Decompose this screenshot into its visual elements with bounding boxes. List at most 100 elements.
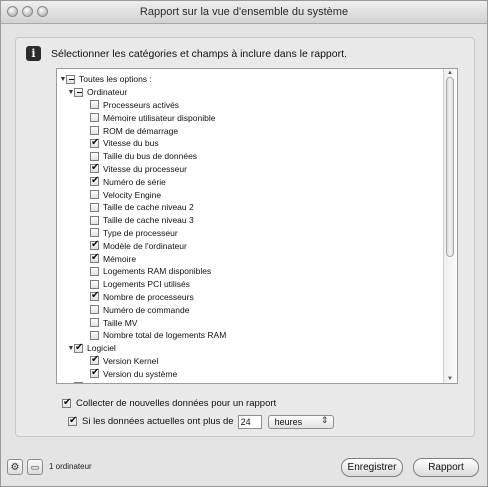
tree-checkbox[interactable] <box>90 330 99 340</box>
tree-rows: ▼ Toutes les options : ▼ Ordinateur Processe… <box>57 73 443 383</box>
tree-row[interactable]: Type de processeur <box>57 227 443 240</box>
options-panel: i Sélectionner les catégories et champs … <box>15 37 475 437</box>
tree-checkbox[interactable] <box>90 318 99 328</box>
tree-checkbox[interactable] <box>90 151 99 161</box>
tree-checkbox[interactable] <box>90 239 99 251</box>
collection-options: Collecter de nouvelles données pour un r… <box>56 396 456 429</box>
tree-checkbox[interactable] <box>90 215 99 225</box>
collect-row: Collecter de nouvelles données pour un r… <box>56 396 456 411</box>
instruction-text: Sélectionner les catégories et champs à … <box>51 47 347 60</box>
tree-row[interactable]: ▼Logiciel <box>57 342 443 355</box>
collect-label: Collecter de nouvelles données pour un r… <box>76 398 277 409</box>
gear-icon[interactable]: ⚙ <box>7 459 23 475</box>
tree-row[interactable]: Version Kernel <box>57 354 443 368</box>
report-button[interactable]: Rapport <box>413 458 479 477</box>
tree-checkbox[interactable] <box>90 290 99 302</box>
tree-row[interactable]: Mémoire utilisateur disponible <box>57 111 443 124</box>
tree-row-label: Numéro de commande <box>103 304 190 315</box>
tree-row-label: Vitesse du bus <box>103 138 159 149</box>
tree-checkbox[interactable] <box>90 202 99 212</box>
tree-row[interactable]: Mémoire <box>57 252 443 265</box>
tree-row-label: Toutes les options : <box>79 74 152 85</box>
tree-row-label: Version Kernel <box>103 355 159 366</box>
save-button[interactable]: Enregistrer <box>341 458 403 477</box>
scroll-up-arrow-icon[interactable]: ▲ <box>447 70 453 76</box>
tree-row-label: Taille de cache niveau 3 <box>103 215 194 226</box>
tree-row-label: Mémoire <box>103 253 137 264</box>
older-than-label: Si les données actuelles ont plus de <box>82 416 234 427</box>
tree-checkbox[interactable] <box>90 305 99 315</box>
instruction-row: i Sélectionner les catégories et champs … <box>26 46 347 61</box>
tree-row[interactable]: Nombre de processeurs <box>57 290 443 304</box>
window-title: Rapport sur la vue d'ensemble du système <box>139 6 349 18</box>
tree-row-label: Taille du bus de données <box>103 151 198 162</box>
unit-select[interactable]: heures ⇕ <box>267 414 334 429</box>
tree-row[interactable]: Logements RAM disponibles <box>57 265 443 278</box>
bottom-bar: ⚙ ▭ 1 ordinateur Enregistrer Rapport <box>1 453 487 483</box>
tree-row[interactable]: Numéro de série <box>57 175 443 188</box>
tree-row-label: Taille MV <box>103 317 138 328</box>
tree-row[interactable]: Modèle de l'ordinateur <box>57 239 443 252</box>
vertical-scrollbar[interactable]: ▲ ▼ <box>443 69 457 383</box>
tree-checkbox[interactable] <box>90 100 99 110</box>
tree-row[interactable]: Logements PCI utilisés <box>57 278 443 291</box>
tree-row[interactable]: ROM de démarrage <box>57 124 443 137</box>
report-window: Rapport sur la vue d'ensemble du système… <box>0 0 488 487</box>
tree-row[interactable]: Vitesse du processeur <box>57 162 443 176</box>
tree-row-label: Velocity Engine <box>103 189 162 200</box>
tree-row[interactable]: Processeurs activés <box>57 99 443 112</box>
tree-row-label: Ordinateur <box>87 87 128 98</box>
tree-row-label: Nombre de processeurs <box>103 291 194 302</box>
info-icon: i <box>26 46 41 61</box>
tree-checkbox[interactable] <box>90 113 99 123</box>
tree-row-label: Type de processeur <box>103 227 178 238</box>
tree-checkbox[interactable] <box>74 87 83 97</box>
tree-row[interactable]: Taille du bus de données <box>57 150 443 163</box>
tree-checkbox[interactable] <box>90 162 99 174</box>
tree-row-label: Modèle de l'ordinateur <box>103 240 187 251</box>
tree-row[interactable]: Numéro de commande <box>57 303 443 316</box>
title-bar[interactable]: Rapport sur la vue d'ensemble du système <box>1 1 487 24</box>
tree-row[interactable]: Taille de cache niveau 2 <box>57 201 443 214</box>
tree-row-label: Vitesse du processeur <box>103 163 187 174</box>
tree-checkbox[interactable] <box>90 367 99 379</box>
category-tree[interactable]: ▼ Toutes les options : ▼ Ordinateur Processe… <box>56 68 458 384</box>
tree-checkbox[interactable] <box>90 126 99 136</box>
tree-checkbox[interactable] <box>90 175 99 187</box>
tree-row-label: Taille de cache niveau 2 <box>103 202 194 213</box>
tree-row[interactable]: ▼Stockage <box>57 380 443 383</box>
tree-row-label: Nombre total de logements RAM <box>103 330 227 341</box>
tree-row[interactable]: Velocity Engine <box>57 188 443 201</box>
older-row: Si les données actuelles ont plus de 24 … <box>56 414 456 429</box>
tree-row-label: Logiciel <box>87 343 116 354</box>
tree-row-label: Stockage <box>87 382 122 383</box>
scroll-thumb[interactable] <box>446 77 454 257</box>
tree-checkbox[interactable] <box>90 279 99 289</box>
tree-row[interactable]: Version du système <box>57 367 443 380</box>
tree-row-label: Mémoire utilisateur disponible <box>103 112 216 123</box>
tree-row-label: Version du système <box>103 368 178 379</box>
tree-checkbox[interactable] <box>66 74 75 84</box>
tree-row[interactable]: Nombre total de logements RAM <box>57 329 443 342</box>
tree-checkbox[interactable] <box>90 137 99 148</box>
scroll-down-arrow-icon[interactable]: ▼ <box>447 376 453 382</box>
tree-checkbox[interactable] <box>74 382 83 383</box>
tree-row-label: Processeurs activés <box>103 99 180 110</box>
unit-select-value: heures <box>274 416 303 427</box>
tree-row[interactable]: ▼ Toutes les options : <box>57 73 443 86</box>
hours-input[interactable]: 24 <box>237 414 262 429</box>
tree-checkbox[interactable] <box>90 190 99 200</box>
tree-checkbox[interactable] <box>74 342 83 353</box>
tree-checkbox[interactable] <box>90 266 99 276</box>
tree-checkbox[interactable] <box>90 228 99 238</box>
tree-checkbox[interactable] <box>90 354 99 366</box>
network-computers-icon[interactable]: ▭ <box>27 459 43 475</box>
tree-row-label: Logements RAM disponibles <box>103 266 212 277</box>
older-than-checkbox[interactable] <box>68 415 77 426</box>
tree-checkbox[interactable] <box>90 252 99 264</box>
tree-row[interactable]: Vitesse du bus <box>57 137 443 150</box>
tree-row[interactable]: Taille de cache niveau 3 <box>57 214 443 227</box>
tree-row[interactable]: Taille MV <box>57 316 443 329</box>
collect-checkbox[interactable] <box>62 397 71 408</box>
tree-row[interactable]: ▼ Ordinateur <box>57 86 443 99</box>
